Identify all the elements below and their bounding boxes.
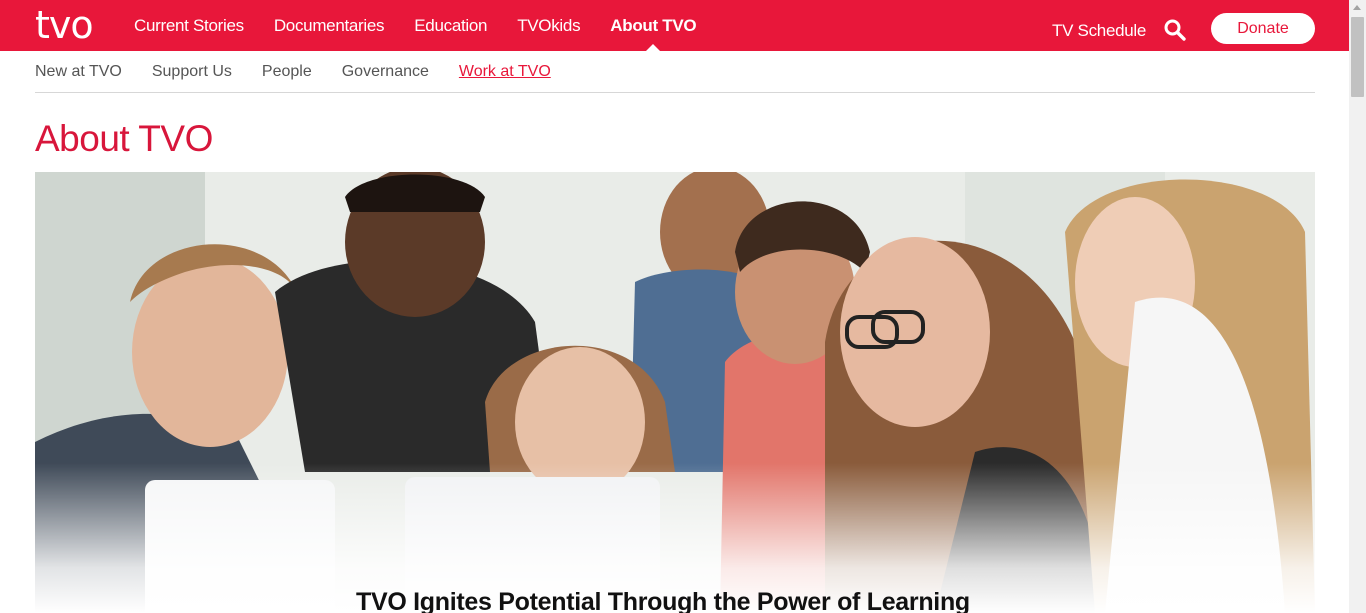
scroll-thumb[interactable]: [1351, 17, 1364, 97]
donate-button[interactable]: Donate: [1211, 13, 1315, 44]
search-button[interactable]: [1163, 18, 1187, 42]
nav-tvokids[interactable]: TVOkids: [517, 0, 580, 51]
subnav-people[interactable]: People: [262, 63, 312, 81]
hero-heading: TVO Ignites Potential Through the Power …: [356, 588, 970, 613]
subnav-support-us[interactable]: Support Us: [152, 63, 232, 81]
subnav-work-at-tvo[interactable]: Work at TVO: [459, 63, 551, 81]
nav-label: Current Stories: [134, 16, 244, 35]
main-nav: Current Stories Documentaries Education …: [134, 0, 726, 51]
nav-label: Documentaries: [273, 16, 385, 35]
subnav-new-at-tvo[interactable]: New at TVO: [35, 63, 122, 81]
vertical-scrollbar[interactable]: [1349, 0, 1366, 613]
nav-documentaries[interactable]: Documentaries: [273, 0, 385, 51]
nav-label: TVOkids: [517, 16, 581, 35]
nav-current-stories[interactable]: Current Stories: [134, 0, 244, 51]
search-icon: [1164, 19, 1186, 41]
nav-label: Education: [414, 16, 488, 35]
page: tvo Current Stories Documentaries Educat…: [0, 0, 1349, 613]
page-title: About TVO: [35, 118, 213, 159]
subnav-governance[interactable]: Governance: [342, 63, 429, 81]
nav-label: About TVO: [610, 16, 697, 35]
top-bar: tvo Current Stories Documentaries Educat…: [0, 0, 1349, 51]
hero-banner: TVO Ignites Potential Through the Power …: [35, 172, 1315, 613]
scroll-up-arrow-icon[interactable]: [1353, 5, 1361, 10]
sub-nav: New at TVO Support Us People Governance …: [35, 51, 1315, 93]
nav-about-tvo[interactable]: About TVO: [610, 0, 697, 51]
active-caret-icon: [646, 44, 661, 51]
tvo-logo[interactable]: tvo: [35, 3, 94, 47]
nav-education[interactable]: Education: [414, 0, 487, 51]
